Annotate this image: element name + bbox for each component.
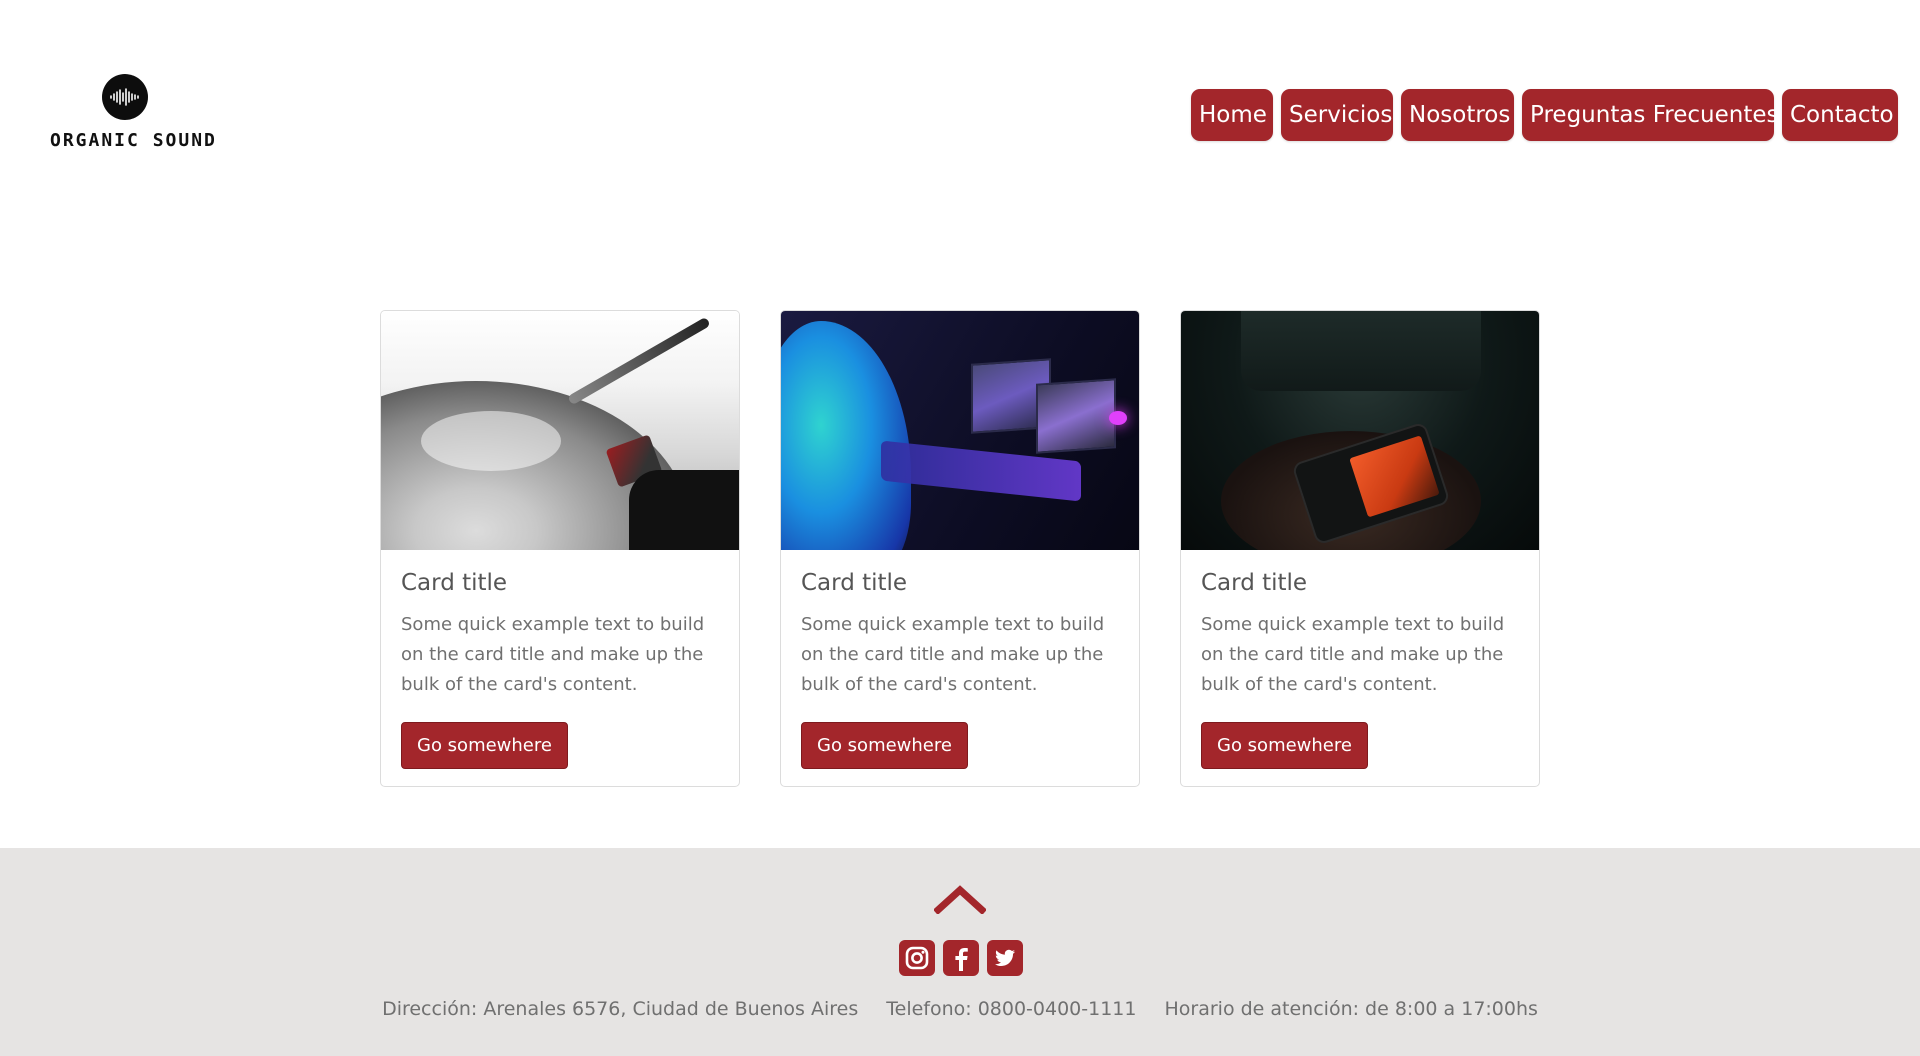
hours-text: Horario de atención: de 8:00 a 17:00hs (1164, 998, 1538, 1020)
card-title: Card title (1201, 570, 1308, 596)
instagram-icon[interactable] (899, 940, 935, 976)
nav-servicios[interactable]: Servicios (1281, 89, 1393, 141)
address-text: Dirección: Arenales 6576, Ciudad de Buen… (382, 998, 859, 1020)
twitter-icon[interactable] (987, 940, 1023, 976)
contact-info: Dirección: Arenales 6576, Ciudad de Buen… (0, 998, 1920, 1020)
logo[interactable]: ORGANIC SOUND (50, 74, 217, 151)
go-somewhere-button[interactable]: Go somewhere (801, 722, 968, 769)
card-text: Some quick example text to build on the … (1201, 614, 1505, 695)
card: Card title Some quick example text to bu… (380, 310, 740, 787)
go-somewhere-button[interactable]: Go somewhere (401, 722, 568, 769)
soundwave-icon (102, 74, 148, 120)
card: Card title Some quick example text to bu… (1180, 310, 1540, 787)
nav-contacto[interactable]: Contacto (1782, 89, 1898, 141)
chevron-up-icon[interactable] (934, 884, 986, 914)
card-title: Card title (401, 570, 508, 596)
card-title: Card title (801, 570, 908, 596)
go-somewhere-button[interactable]: Go somewhere (1201, 722, 1368, 769)
card-text: Some quick example text to build on the … (401, 614, 705, 695)
nav-preguntas-frecuentes[interactable]: Preguntas Frecuentes (1522, 89, 1779, 141)
dj-laptops-image (781, 311, 1139, 550)
facebook-icon[interactable] (943, 940, 979, 976)
footer: Dirección: Arenales 6576, Ciudad de Buen… (0, 848, 1920, 1056)
main-nav: Home Servicios Nosotros Preguntas Frecue… (1191, 89, 1898, 141)
turntable-image (381, 311, 739, 550)
card-text: Some quick example text to build on the … (801, 614, 1105, 695)
phone-music-image (1181, 311, 1539, 550)
phone-text: Telefono: 0800-0400-1111 (886, 998, 1137, 1020)
logo-text: ORGANIC SOUND (50, 130, 217, 151)
nav-nosotros[interactable]: Nosotros (1401, 89, 1514, 141)
social-links (899, 940, 1023, 976)
nav-home[interactable]: Home (1191, 89, 1273, 141)
card-list: Card title Some quick example text to bu… (380, 310, 1540, 787)
card: Card title Some quick example text to bu… (780, 310, 1140, 787)
